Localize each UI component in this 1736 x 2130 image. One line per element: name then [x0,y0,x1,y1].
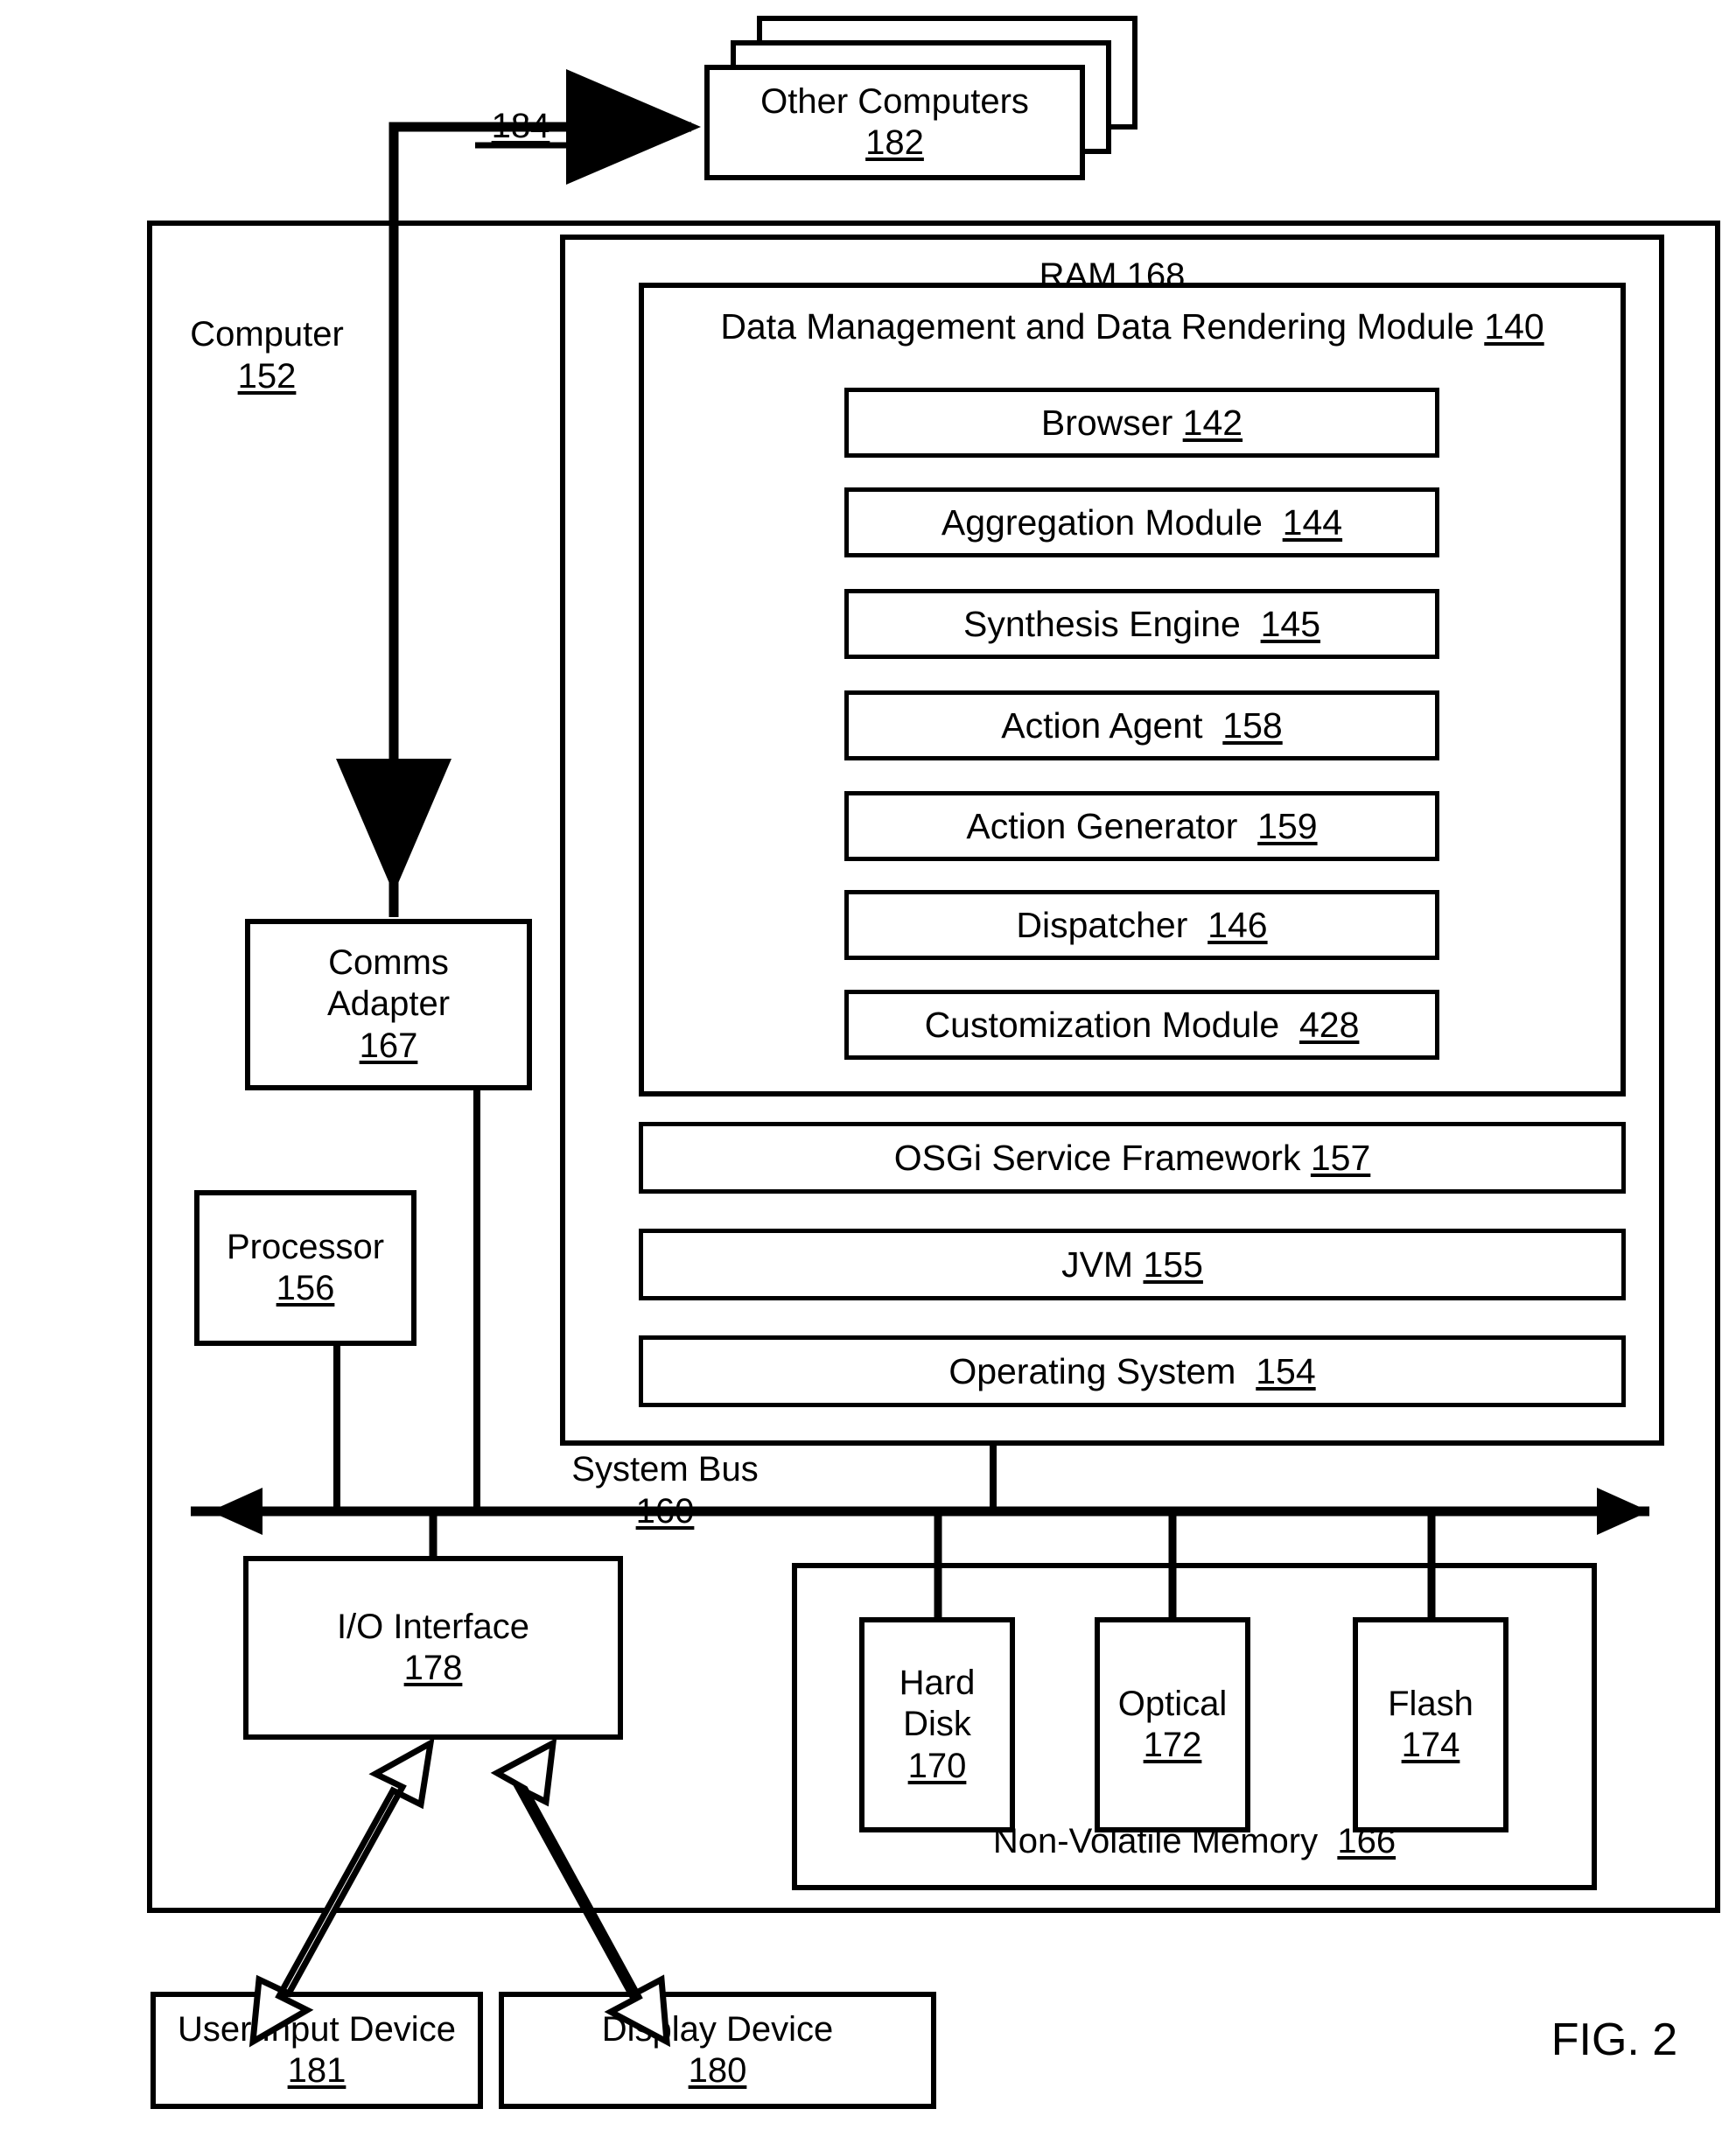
jvm-number: 155 [1143,1244,1203,1285]
computer-number: 152 [237,357,297,396]
hard-disk-line1: Hard [899,1664,976,1703]
processor-number: 156 [276,1269,335,1307]
system-bus-label: System Bus [571,1450,759,1489]
figure-caption: FIG. 2 [1550,2014,1678,2065]
comms-adapter-line1: Comms [328,943,449,983]
aggregation-module-title: Aggregation Module 144 [942,501,1342,543]
dispatcher-box[interactable]: Dispatcher 146 [844,890,1439,960]
hard-disk-box[interactable]: Hard Disk 170 [859,1617,1015,1832]
action-generator-title: Action Generator 159 [966,805,1317,847]
action-agent-title: Action Agent 158 [1001,704,1282,746]
flash-number: 174 [1401,1726,1460,1764]
patent-figure-2: Other Computers 182 184 Computer 152 RAM… [0,0,1736,2130]
hard-disk-number: 170 [907,1746,967,1785]
jvm-title: JVM 155 [1061,1244,1203,1286]
system-bus-number: 160 [635,1492,695,1531]
customization-module-title: Customization Module 428 [925,1004,1360,1046]
io-interface-number: 178 [403,1649,463,1687]
comms-adapter-box[interactable]: Comms Adapter 167 [245,919,532,1090]
jvm-box[interactable]: JVM 155 [639,1229,1626,1300]
osgi-number: 157 [1310,1137,1371,1178]
flash-line1: Flash [1388,1684,1474,1723]
synthesis-engine-box[interactable]: Synthesis Engine 145 [844,589,1439,659]
dmdr-module-title: Data Management and Data Rendering Modul… [720,305,1544,347]
action-agent-box[interactable]: Action Agent 158 [844,690,1439,760]
operating-system-box[interactable]: Operating System 154 [639,1335,1626,1407]
flash-box[interactable]: Flash 174 [1353,1617,1508,1832]
optical-box[interactable]: Optical 172 [1095,1617,1250,1832]
dispatcher-label: Dispatcher [1016,904,1188,945]
io-interface-box[interactable]: I/O Interface 178 [243,1556,623,1740]
display-device-box[interactable]: Display Device 180 [499,1992,936,2109]
aggregation-module-number: 144 [1282,501,1343,543]
other-computers-box[interactable]: Other Computers 182 [704,65,1085,180]
computer-label: Computer [190,315,344,354]
customization-module-number: 428 [1299,1004,1360,1045]
computer-label-group: Computer 152 [166,313,368,397]
action-generator-number: 159 [1257,805,1318,846]
display-device-label: Display Device [601,2009,834,2049]
dmdr-module-number: 140 [1484,306,1544,347]
io-interface-label: I/O Interface [336,1607,530,1646]
dispatcher-title: Dispatcher 146 [1016,904,1267,946]
aggregation-module-box[interactable]: Aggregation Module 144 [844,487,1439,557]
optical-number: 172 [1143,1726,1202,1764]
action-generator-box[interactable]: Action Generator 159 [844,791,1439,861]
jvm-label: JVM [1061,1244,1134,1285]
customization-module-box[interactable]: Customization Module 428 [844,990,1439,1060]
action-agent-number: 158 [1222,704,1283,746]
osgi-title: OSGi Service Framework 157 [894,1137,1371,1179]
synthesis-engine-title: Synthesis Engine 145 [963,603,1320,645]
browser-label: Browser [1040,402,1173,443]
operating-system-number: 154 [1256,1350,1316,1391]
aggregation-module-label: Aggregation Module [941,501,1263,543]
action-generator-label: Action Generator [966,805,1238,846]
browser-title: Browser 142 [1041,402,1242,444]
optical-line1: Optical [1117,1684,1228,1723]
dispatcher-number: 146 [1208,904,1268,945]
browser-box[interactable]: Browser 142 [844,388,1439,458]
osgi-label: OSGi Service Framework [893,1137,1301,1178]
customization-module-label: Customization Module [924,1004,1280,1045]
other-computers-label: Other Computers [760,81,1029,121]
browser-number: 142 [1182,402,1243,443]
user-input-device-number: 181 [287,2051,346,2090]
synthesis-engine-label: Synthesis Engine [962,603,1241,644]
synthesis-engine-number: 145 [1260,603,1321,644]
dmdr-module-label: Data Management and Data Rendering Modul… [720,306,1474,347]
system-bus-label-group: System Bus 160 [529,1448,801,1532]
network-link-number: 184 [491,107,550,145]
user-input-device-label: User Input Device [178,2009,456,2049]
processor-box[interactable]: Processor 156 [194,1190,416,1346]
display-device-number: 180 [688,2051,747,2090]
osgi-service-framework-box[interactable]: OSGi Service Framework 157 [639,1122,1626,1194]
operating-system-title: Operating System 154 [948,1350,1315,1392]
other-computers-number: 182 [865,123,924,162]
hard-disk-line2: Disk [903,1705,971,1744]
comms-adapter-line2: Adapter [326,984,451,1024]
processor-label: Processor [226,1227,385,1266]
comms-adapter-number: 167 [359,1026,418,1065]
action-agent-label: Action Agent [1001,704,1203,746]
operating-system-label: Operating System [948,1350,1236,1391]
user-input-device-box[interactable]: User Input Device 181 [150,1992,483,2109]
